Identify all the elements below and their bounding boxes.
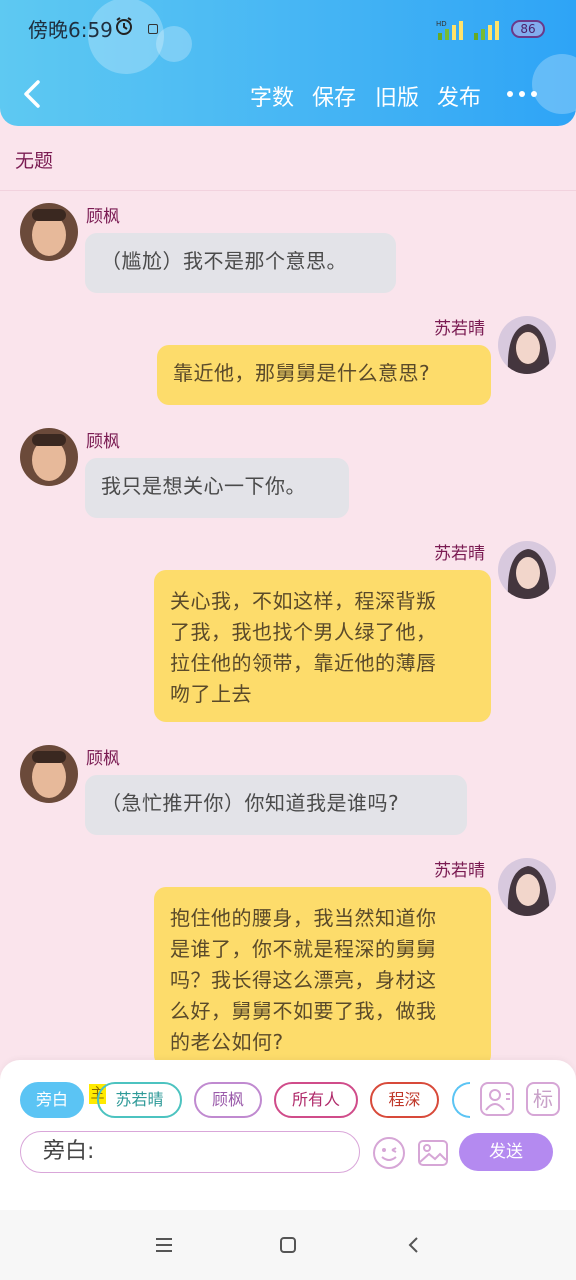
role-chip-narrator[interactable]: 旁白 — [20, 1082, 84, 1118]
message-line: 的老公如何? — [170, 1030, 284, 1054]
message-bubble[interactable]: 我只是想关心一下你。 — [85, 458, 349, 518]
sender-name: 顾枫 — [86, 432, 120, 452]
avatar-gu-feng[interactable] — [20, 428, 78, 486]
status-time: 傍晚6:59 — [28, 18, 113, 42]
old-version-button[interactable]: 旧版 — [375, 80, 419, 112]
avatar-su-ruoqing[interactable] — [498, 316, 556, 374]
message-bubble[interactable]: 靠近他，那舅舅是什么意思? — [157, 345, 491, 405]
message-bubble[interactable]: （急忙推开你）你知道我是谁吗? — [85, 775, 467, 835]
svg-text:HD: HD — [436, 20, 447, 28]
title-bar — [0, 126, 576, 191]
sender-name: 顾枫 — [86, 207, 120, 227]
message-line: 么好，舅舅不如要了我，做我 — [170, 999, 437, 1023]
word-count-button[interactable]: 字数 — [250, 80, 294, 112]
hd-signal-icon: HD — [436, 20, 463, 40]
avatar-su-ruoqing[interactable] — [498, 858, 556, 916]
avatar-gu-feng[interactable] — [20, 203, 78, 261]
contact-icon[interactable] — [480, 1082, 514, 1116]
avatar-gu-feng[interactable] — [20, 745, 78, 803]
sender-name: 苏若晴 — [434, 861, 485, 881]
message-line: 拉住他的领带，靠近他的薄唇 — [170, 651, 437, 675]
top-header: 傍晚6:59 HD 86 字数 保存 旧版 发布 — [0, 0, 576, 126]
message-line: 吗？我长得这么漂亮，身材这 — [170, 968, 437, 992]
document-title[interactable]: 无题 — [15, 146, 53, 173]
battery-indicator: 86 — [511, 20, 545, 38]
message-line: 抱住他的腰身，我当然知道你 — [170, 906, 437, 930]
role-chip-gu-feng[interactable]: 顾枫 — [194, 1082, 262, 1118]
image-icon[interactable] — [416, 1136, 450, 1170]
message-line: 吻了上去 — [170, 682, 252, 706]
signal-icon — [474, 21, 499, 40]
back-icon[interactable] — [18, 78, 48, 110]
decor-circle — [532, 54, 576, 114]
role-chip-all[interactable]: 所有人 — [274, 1082, 358, 1118]
message-bubble[interactable]: 关心我，不如这样，程深背叛 了我，我也找个男人绿了他， 拉住他的领带，靠近他的薄… — [154, 570, 491, 722]
role-chip-cheng-shen[interactable]: 程深 — [370, 1082, 439, 1118]
more-icon[interactable] — [506, 90, 538, 98]
decor-circle — [156, 26, 192, 62]
message-bubble[interactable]: （尴尬）我不是那个意思。 — [85, 233, 396, 293]
home-icon[interactable] — [278, 1236, 298, 1254]
message-line: 了我，我也找个男人绿了他， — [170, 620, 437, 644]
message-line: 关心我，不如这样，程深背叛 — [170, 589, 437, 613]
message-line: 是谁了，你不就是程深的舅舅 — [170, 937, 437, 961]
tag-button[interactable]: 标 — [526, 1082, 560, 1116]
sender-name: 苏若晴 — [434, 544, 485, 564]
emoji-icon[interactable] — [372, 1136, 406, 1170]
alarm-icon — [116, 17, 132, 35]
message-bubble[interactable]: 抱住他的腰身，我当然知道你 是谁了，你不就是程深的舅舅 吗？我长得这么漂亮，身材… — [154, 887, 491, 1067]
message-input[interactable]: 旁白: — [20, 1131, 360, 1173]
save-button[interactable]: 保存 — [312, 80, 356, 112]
send-button[interactable]: 发送 — [459, 1133, 553, 1171]
publish-button[interactable]: 发布 — [437, 80, 481, 112]
sender-name: 顾枫 — [86, 749, 120, 769]
sender-name: 苏若晴 — [434, 319, 485, 339]
avatar-su-ruoqing[interactable] — [498, 541, 556, 599]
menu-icon[interactable] — [154, 1236, 174, 1254]
role-chip-su-ruoqing[interactable]: 苏若晴 — [97, 1082, 182, 1118]
back-nav-icon[interactable] — [404, 1236, 424, 1254]
notification-icon — [148, 24, 158, 34]
